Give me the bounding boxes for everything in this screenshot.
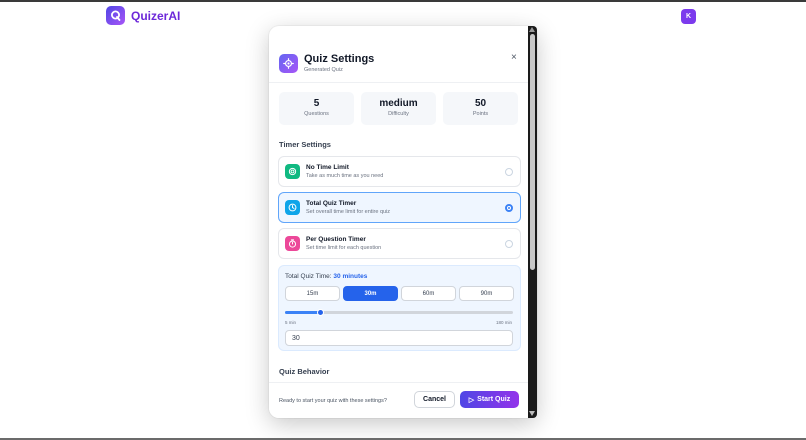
user-avatar[interactable]: K xyxy=(681,9,696,24)
slider-thumb[interactable] xyxy=(316,309,324,316)
option-title: Per Question Timer xyxy=(306,236,366,243)
quiz-behavior-heading: Quiz Behavior xyxy=(279,367,330,376)
option-description: Take as much time as you need xyxy=(306,173,384,179)
brand[interactable]: QuizerAI xyxy=(106,6,180,25)
top-border xyxy=(0,0,806,2)
stat-questions: 5 Questions xyxy=(279,92,354,125)
close-icon[interactable]: × xyxy=(511,52,517,63)
infinity-icon xyxy=(285,164,300,179)
brand-name: QuizerAI xyxy=(131,8,181,23)
option-title: Total Quiz Timer xyxy=(306,200,357,207)
slider-min-label: 5 min xyxy=(285,320,297,325)
time-presets: 15m 30m 60m 90m xyxy=(285,286,514,301)
radio-total-selected[interactable] xyxy=(505,204,513,212)
quizerai-logo-icon xyxy=(106,6,125,25)
stat-label: Questions xyxy=(304,111,329,117)
modal-header: Quiz Settings Generated Quiz xyxy=(279,53,374,73)
time-minutes-input[interactable] xyxy=(285,330,513,346)
cancel-button[interactable]: Cancel xyxy=(414,391,455,408)
preset-30m-button[interactable]: 30m xyxy=(343,286,398,301)
slider-max-label: 180 min xyxy=(495,320,512,325)
total-time-label-text: Total Quiz Time: xyxy=(285,273,332,280)
time-slider[interactable] xyxy=(285,309,513,316)
stat-points: 50 Points xyxy=(443,92,518,125)
stat-label: Difficulty xyxy=(388,111,409,117)
quiz-settings-modal: Quiz Settings Generated Quiz × 5 Questio… xyxy=(269,26,537,418)
slider-fill xyxy=(285,311,321,314)
stat-value: medium xyxy=(379,98,418,109)
radio-per-question[interactable] xyxy=(505,240,513,248)
option-description: Set time limit for each question xyxy=(306,245,382,251)
timer-option-no-limit[interactable]: No Time Limit Take as much time as you n… xyxy=(278,156,521,187)
preset-90m-button[interactable]: 90m xyxy=(459,286,514,301)
modal-title: Quiz Settings xyxy=(304,53,375,65)
footer-prompt: Ready to start your quiz with these sett… xyxy=(279,398,387,404)
modal-footer: Ready to start your quiz with these sett… xyxy=(269,382,529,418)
clock-icon xyxy=(285,200,300,215)
total-time-label: Total Quiz Time: 30 minutes xyxy=(285,273,367,280)
preset-60m-button[interactable]: 60m xyxy=(401,286,456,301)
radio-no-limit[interactable] xyxy=(505,168,513,176)
modal-subtitle: Generated Quiz xyxy=(304,67,343,73)
settings-gear-icon xyxy=(279,53,298,73)
option-title: No Time Limit xyxy=(306,164,349,171)
option-description: Set overall time limit for entire quiz xyxy=(306,209,391,215)
stat-value: 50 xyxy=(474,98,487,109)
stat-value: 5 xyxy=(313,98,320,109)
stat-difficulty: medium Difficulty xyxy=(361,92,436,125)
play-icon: ▷ xyxy=(468,396,475,404)
modal-scrollbar[interactable] xyxy=(528,26,537,418)
quiz-stats: 5 Questions medium Difficulty 50 Points xyxy=(279,92,518,125)
start-quiz-label: Start Quiz xyxy=(477,396,511,403)
scrollbar-thumb[interactable] xyxy=(530,34,535,270)
header-divider xyxy=(269,82,529,83)
total-time-panel: Total Quiz Time: 30 minutes 15m 30m 60m … xyxy=(278,265,521,351)
stopwatch-icon xyxy=(285,236,300,251)
timer-settings-heading: Timer Settings xyxy=(279,140,331,149)
start-quiz-button[interactable]: ▷ Start Quiz xyxy=(460,391,519,408)
scroll-down-arrow-icon[interactable] xyxy=(529,411,535,416)
total-time-value: 30 minutes xyxy=(333,273,368,280)
scroll-up-arrow-icon[interactable] xyxy=(529,27,535,32)
stat-label: Points xyxy=(472,111,489,117)
preset-15m-button[interactable]: 15m xyxy=(285,286,340,301)
timer-option-per-question[interactable]: Per Question Timer Set time limit for ea… xyxy=(278,228,521,259)
timer-option-total[interactable]: Total Quiz Timer Set overall time limit … xyxy=(278,192,521,223)
